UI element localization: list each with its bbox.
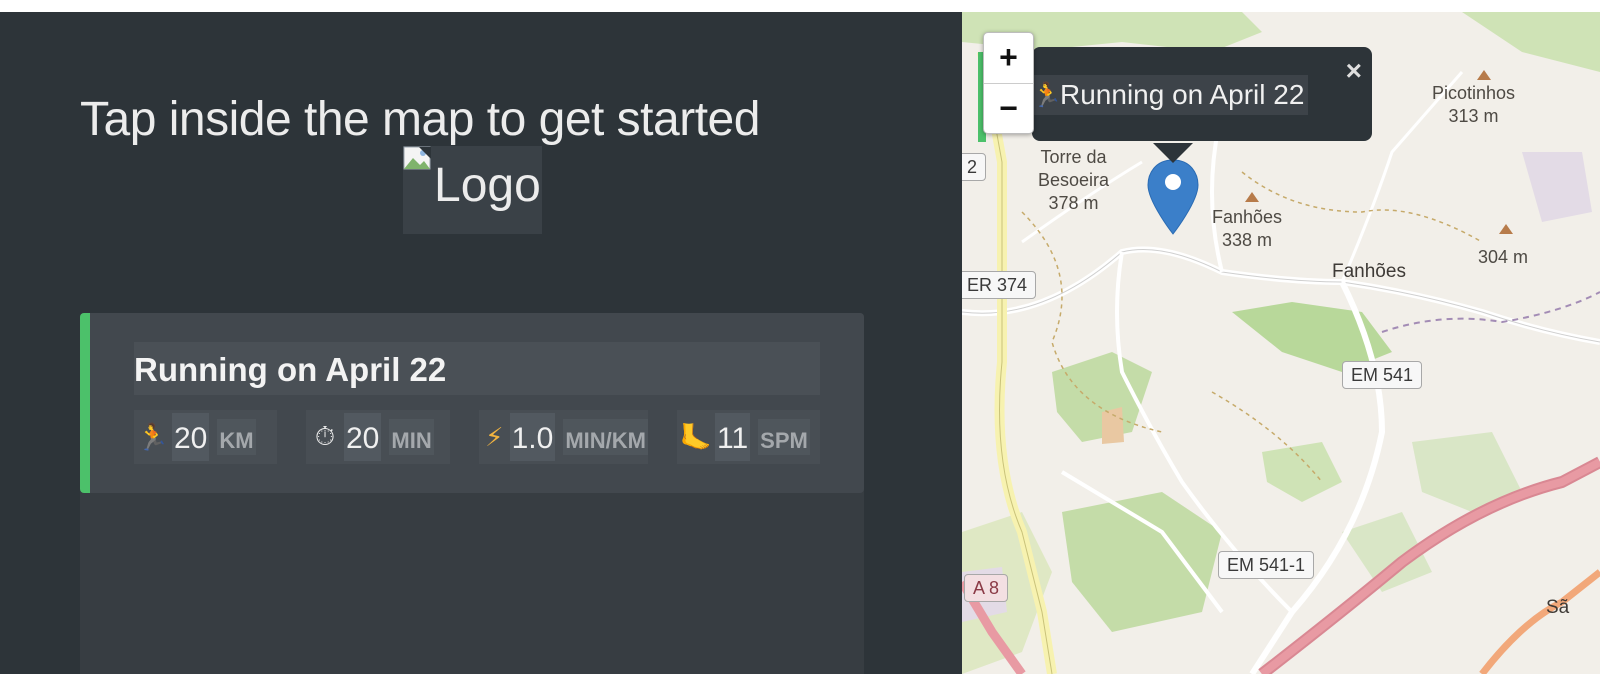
map-popup: 🏃 Running on April 22 ×: [1032, 47, 1372, 141]
stat-cadence: 🦶 11 SPM: [677, 410, 820, 464]
workout-card[interactable]: Running on April 22 🏃 20 KM ⏱ 20 MIN ⚡ 1…: [80, 313, 864, 493]
stat-pace: ⚡ 1.0 MIN/KM: [479, 410, 648, 464]
workout-list: Running on April 22 🏃 20 KM ⏱ 20 MIN ⚡ 1…: [80, 313, 864, 674]
road-shield-2: 2: [962, 153, 987, 181]
broken-image-icon: [403, 146, 431, 170]
foot-icon: 🦶: [679, 421, 713, 452]
map-label-picotinhos: Picotinhos 313 m: [1432, 83, 1516, 126]
running-icon: 🏃: [1032, 81, 1062, 109]
lightning-icon: ⚡: [485, 421, 504, 452]
logo-alt-text: Logo: [434, 159, 541, 212]
logo: Logo: [403, 146, 542, 234]
stat-distance: 🏃 20 KM: [134, 410, 277, 464]
popup-content: 🏃 Running on April 22: [1032, 75, 1309, 115]
zoom-control: + −: [983, 32, 1034, 134]
road-shield-a8: A 8: [964, 574, 1009, 602]
map-label-304: 304 m: [1478, 247, 1529, 267]
stat-unit: SPM: [758, 419, 810, 455]
page-title: Tap inside the map to get started: [80, 93, 760, 146]
location-marker-icon: [1147, 159, 1199, 235]
running-icon: 🏃: [136, 421, 170, 452]
zoom-out-button[interactable]: −: [984, 84, 1033, 134]
map-label-sa: Sã: [1546, 597, 1570, 618]
road-shield-er374: ER 374: [962, 271, 1037, 299]
stat-unit: MIN: [389, 419, 434, 455]
stat-unit: MIN/KM: [563, 419, 648, 455]
workout-title: Running on April 22: [134, 342, 820, 395]
road-shield-em541: EM 541: [1342, 361, 1423, 389]
stat-value: 20: [172, 413, 210, 461]
close-icon[interactable]: ×: [1346, 55, 1362, 87]
stat-unit: KM: [217, 419, 256, 455]
stat-value: 20: [344, 413, 382, 461]
stat-duration: ⏱ 20 MIN: [306, 410, 450, 464]
map-label-torre: Torre da Besoeira 378 m: [1038, 147, 1110, 213]
map-label-fanhoes: Fanhões: [1332, 261, 1406, 282]
popup-tip: [1153, 143, 1193, 163]
popup-text: Running on April 22: [1060, 79, 1305, 110]
stat-value: 1.0: [509, 413, 556, 461]
map-label-fanhoes-peak: Fanhões 338 m: [1212, 207, 1283, 250]
stopwatch-icon: ⏱: [314, 421, 336, 451]
sidebar: Tap inside the map to get started Logo R…: [0, 12, 962, 674]
map[interactable]: Picotinhos 313 m Torre da Besoeira 378 m Fa…: [962, 12, 1600, 674]
stat-value: 11: [715, 413, 751, 461]
zoom-in-button[interactable]: +: [984, 33, 1033, 84]
road-shield-em5411: EM 541-1: [1218, 551, 1315, 579]
